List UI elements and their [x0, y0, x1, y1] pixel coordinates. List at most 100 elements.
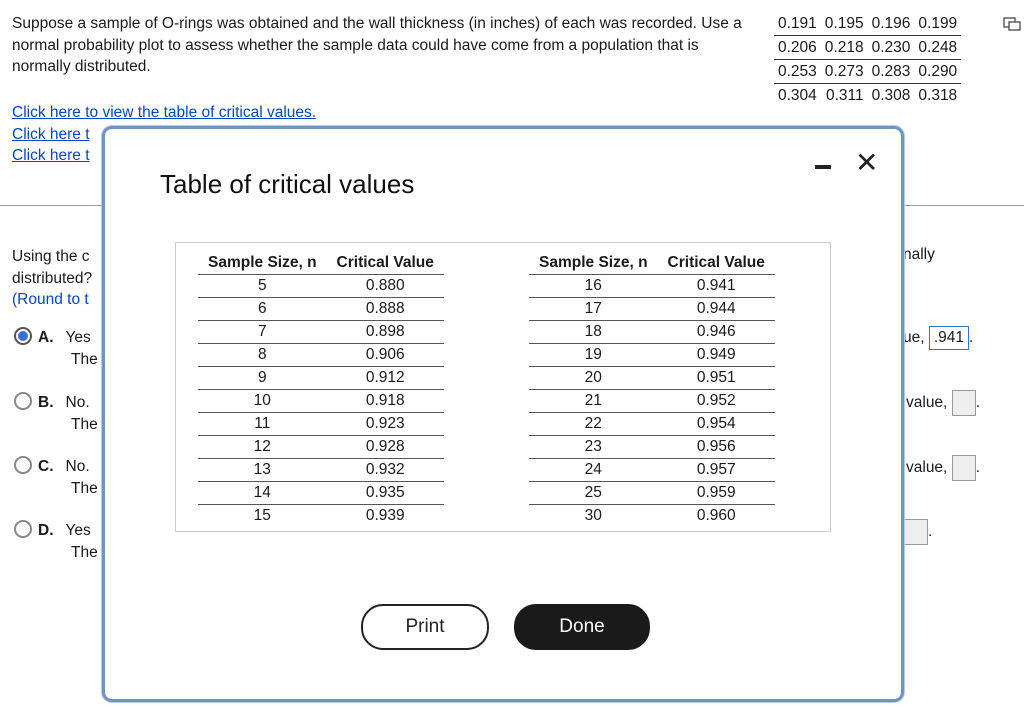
option-c-text: No.	[65, 458, 90, 475]
critical-value-cell: 0.898	[326, 320, 444, 344]
option-d-line2: The	[71, 544, 98, 561]
radio-a[interactable]	[14, 327, 32, 345]
critical-value-row: 8 0.906	[198, 343, 444, 367]
sample-data-cell: 0.218	[820, 35, 868, 60]
critical-value-cell: 0.959	[657, 481, 775, 505]
option-b[interactable]: B. No. The	[14, 392, 98, 434]
critical-value-row: 12 0.928	[198, 435, 444, 459]
sample-size-cell: 22	[529, 412, 658, 436]
option-c-answer-box[interactable]	[951, 455, 976, 481]
print-button[interactable]: Print	[361, 604, 489, 650]
critical-value-row: 24 0.957	[529, 458, 775, 482]
critical-value-row: 9 0.912	[198, 366, 444, 390]
critical-value-cell: 0.918	[326, 389, 444, 413]
option-a-answer-box[interactable]: .941	[928, 326, 970, 350]
header-critical-value: Critical Value	[326, 251, 444, 275]
option-d-text: Yes	[65, 522, 91, 539]
option-c[interactable]: C. No. The	[14, 456, 98, 498]
sample-size-cell: 6	[198, 297, 327, 321]
sample-data-cell: 0.318	[918, 86, 958, 104]
option-c-line2: The	[71, 480, 98, 497]
sample-data-cell: 0.308	[871, 86, 911, 104]
option-b-right-text: value,	[906, 394, 948, 412]
critical-value-row: 16 0.941	[529, 274, 775, 298]
critical-value-row: 7 0.898	[198, 320, 444, 344]
sample-size-cell: 5	[198, 274, 327, 298]
radio-d[interactable]	[14, 520, 32, 538]
sample-size-cell: 19	[529, 343, 658, 367]
critical-value-row: 22 0.954	[529, 412, 775, 436]
critical-value-cell: 0.954	[657, 412, 775, 436]
done-button[interactable]: Done	[514, 604, 650, 650]
critical-value-cell: 0.880	[326, 274, 444, 298]
sample-size-cell: 23	[529, 435, 658, 459]
option-d-letter: D.	[38, 522, 54, 539]
critical-value-cell: 0.957	[657, 458, 775, 482]
sample-size-cell: 30	[584, 507, 602, 524]
help-link-3[interactable]: Click here t	[12, 147, 90, 165]
critical-value-cell: 0.949	[657, 343, 775, 367]
critical-value-row: 23 0.956	[529, 435, 775, 459]
option-b-answer-box[interactable]	[951, 390, 976, 416]
part2-line-2: distributed?	[12, 269, 93, 287]
part2-question: Using the c distributed? (Round to t	[12, 246, 92, 311]
option-d-answer: .	[904, 519, 932, 545]
sample-size-cell: 18	[529, 320, 658, 344]
radio-b[interactable]	[14, 392, 32, 410]
critical-value-cell: 0.939	[365, 507, 405, 524]
option-a-right-text: ue,	[903, 329, 925, 347]
sample-data-row: 0.206 0.218 0.230 0.248	[774, 35, 962, 60]
sample-data-cell: 0.253	[774, 59, 821, 84]
question-text: Suppose a sample of O-rings was obtained…	[12, 15, 742, 75]
critical-value-row: 21 0.952	[529, 389, 775, 413]
critical-values-link[interactable]: Click here to view the table of critical…	[12, 104, 316, 122]
critical-value-row: 18 0.946	[529, 320, 775, 344]
critical-value-cell: 0.951	[657, 366, 775, 390]
header-sample-size: Sample Size, n	[529, 251, 658, 275]
sample-size-cell: 9	[198, 366, 327, 390]
sample-size-cell: 24	[529, 458, 658, 482]
option-d-answer-box[interactable]	[904, 519, 928, 545]
critical-value-cell: 0.923	[326, 412, 444, 436]
critical-value-row: 10 0.918	[198, 389, 444, 413]
critical-value-cell: 0.932	[326, 458, 444, 482]
sample-size-cell: 14	[198, 481, 327, 505]
sample-data-cell: 0.248	[914, 35, 962, 60]
critical-value-row: 19 0.949	[529, 343, 775, 367]
sample-data-row: 0.304 0.311 0.308 0.318	[774, 84, 961, 108]
critical-value-cell: 0.960	[696, 507, 736, 524]
sample-size-cell: 16	[529, 274, 658, 298]
critical-table-right: Sample Size, n Critical Value 16 0.941 17 0…	[529, 251, 775, 527]
critical-value-cell: 0.952	[657, 389, 775, 413]
sample-data-cell: 0.199	[914, 12, 962, 36]
minimize-icon[interactable]	[815, 165, 831, 169]
sample-size-cell: 8	[198, 343, 327, 367]
critical-value-cell: 0.935	[326, 481, 444, 505]
sample-data-cell: 0.206	[774, 35, 821, 60]
sample-data-cell: 0.311	[825, 86, 864, 104]
option-d[interactable]: D. Yes The	[14, 520, 98, 562]
part2-line-3: (Round to t	[12, 291, 89, 308]
dialog-title: Table of critical values	[160, 169, 415, 199]
critical-value-row: 11 0.923	[198, 412, 444, 436]
critical-value-cell: 0.956	[657, 435, 775, 459]
critical-value-cell: 0.906	[326, 343, 444, 367]
option-a[interactable]: A. Yes The	[14, 327, 98, 369]
critical-value-row: 6 0.888	[198, 297, 444, 321]
critical-value-cell: 0.941	[657, 274, 775, 298]
critical-value-cell: 0.944	[657, 297, 775, 321]
sample-data-cell: 0.196	[867, 12, 915, 36]
option-b-text: No.	[65, 394, 90, 411]
critical-values-dialog: Table of critical values ✕ Sample Size, …	[102, 126, 904, 702]
radio-c[interactable]	[14, 456, 32, 474]
option-c-answer: value, .	[906, 455, 980, 481]
sample-size-cell: 11	[198, 412, 327, 436]
sample-data-table: 0.191 0.195 0.196 0.199 0.206 0.218 0.230 0.248…	[774, 12, 962, 108]
sample-data-row: 0.191 0.195 0.196 0.199	[774, 12, 962, 36]
critical-value-row: 30 0.960	[529, 505, 775, 528]
close-icon[interactable]: ✕	[855, 149, 878, 177]
option-a-letter: A.	[38, 329, 54, 346]
copy-data-icon[interactable]	[1002, 14, 1022, 32]
sample-data-cell: 0.191	[774, 12, 821, 36]
help-link-2[interactable]: Click here t	[12, 126, 90, 144]
